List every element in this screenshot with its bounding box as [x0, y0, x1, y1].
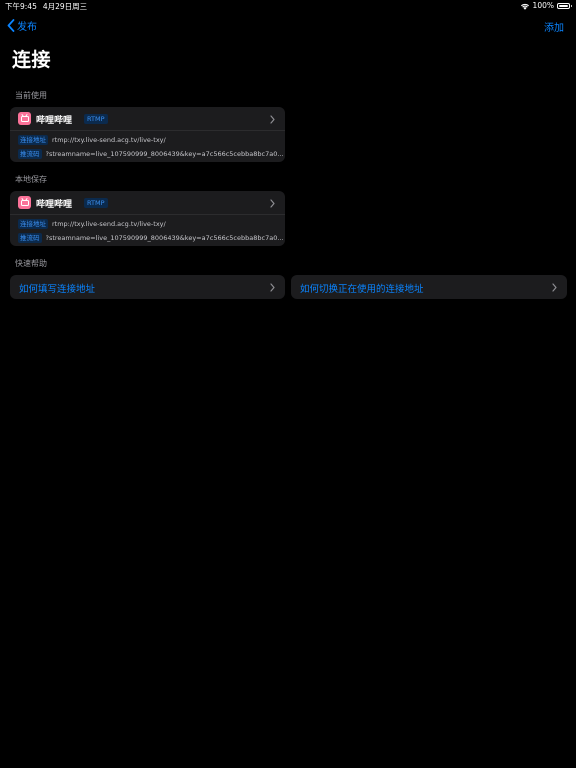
stream-key-value: ?streamname=live_107590999_8006439&key=a…: [45, 150, 284, 158]
chevron-left-icon: [7, 19, 15, 32]
protocol-badge: RTMP: [84, 114, 108, 124]
stream-key-label: 推流码: [18, 149, 42, 159]
status-bar: 下午9:45 4月29日周三 100%: [0, 0, 576, 12]
section-header-current: 当前使用: [15, 91, 47, 100]
wifi-icon: [520, 3, 529, 10]
section-header-local: 本地保存: [15, 175, 47, 184]
address-label: 连接地址: [18, 219, 48, 229]
current-connection-card[interactable]: 哔哩哔哩 RTMP 连接地址 rtmp://txy.live-send.acg.…: [10, 107, 285, 162]
help-item-label: 如何切换正在使用的连接地址: [300, 284, 424, 295]
status-time: 下午9:45: [5, 2, 37, 11]
stream-key-label: 推流码: [18, 233, 42, 243]
card-header: 哔哩哔哩 RTMP: [10, 191, 285, 215]
protocol-badge: RTMP: [84, 198, 108, 208]
platform-name: 哔哩哔哩: [36, 200, 73, 210]
status-left: 下午9:45 4月29日周三: [5, 1, 87, 12]
address-row: 连接地址 rtmp://txy.live-send.acg.tv/live-tx…: [18, 219, 284, 229]
help-item-label: 如何填写连接地址: [19, 284, 96, 295]
chevron-right-icon: [270, 283, 275, 292]
address-row: 连接地址 rtmp://txy.live-send.acg.tv/live-tx…: [18, 135, 284, 145]
address-value: rtmp://txy.live-send.acg.tv/live-txy/: [52, 220, 166, 228]
battery-icon: [557, 2, 572, 9]
stream-key-row: 推流码 ?streamname=live_107590999_8006439&k…: [18, 233, 284, 243]
back-label: 发布: [17, 22, 37, 33]
bilibili-icon: [18, 196, 31, 209]
help-item-switch-address[interactable]: 如何切换正在使用的连接地址: [291, 275, 567, 299]
stream-key-value: ?streamname=live_107590999_8006439&key=a…: [45, 234, 284, 242]
battery-percent: 100%: [532, 1, 554, 10]
local-connection-card[interactable]: 哔哩哔哩 RTMP 连接地址 rtmp://txy.live-send.acg.…: [10, 191, 285, 246]
section-header-help: 快速帮助: [15, 259, 47, 268]
chevron-right-icon: [270, 199, 275, 208]
status-right: 100%: [520, 1, 572, 10]
page-title: 连接: [12, 49, 52, 71]
status-date: 4月29日周三: [42, 2, 88, 11]
chevron-right-icon: [552, 283, 557, 292]
bilibili-icon: [18, 112, 31, 125]
stream-key-row: 推流码 ?streamname=live_107590999_8006439&k…: [18, 149, 284, 159]
chevron-right-icon: [270, 115, 275, 124]
help-item-fill-address[interactable]: 如何填写连接地址: [10, 275, 285, 299]
back-button[interactable]: 发布: [7, 18, 37, 33]
card-header: 哔哩哔哩 RTMP: [10, 107, 285, 131]
address-label: 连接地址: [18, 135, 48, 145]
address-value: rtmp://txy.live-send.acg.tv/live-txy/: [52, 136, 166, 144]
platform-name: 哔哩哔哩: [36, 116, 73, 126]
add-button[interactable]: 添加: [544, 19, 564, 34]
